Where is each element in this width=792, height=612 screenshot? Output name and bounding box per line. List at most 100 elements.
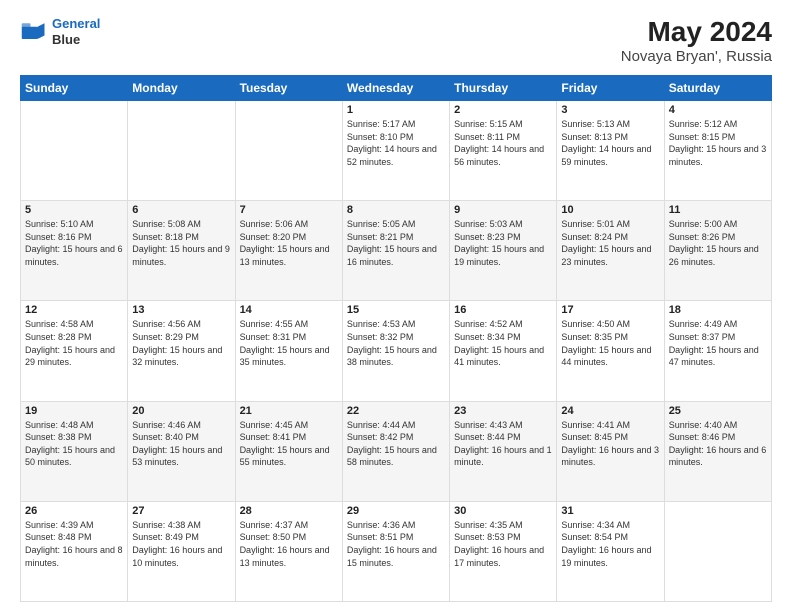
day-info: Sunrise: 4:37 AMSunset: 8:50 PMDaylight:…	[240, 519, 338, 569]
day-number: 4	[669, 104, 767, 116]
calendar-cell: 1Sunrise: 5:17 AMSunset: 8:10 PMDaylight…	[342, 101, 449, 201]
day-number: 10	[561, 204, 659, 216]
weekday-header-thursday: Thursday	[450, 76, 557, 101]
weekday-header-tuesday: Tuesday	[235, 76, 342, 101]
week-row-2: 5Sunrise: 5:10 AMSunset: 8:16 PMDaylight…	[21, 201, 772, 301]
day-number: 13	[132, 304, 230, 316]
day-info: Sunrise: 5:15 AMSunset: 8:11 PMDaylight:…	[454, 118, 552, 168]
calendar-cell: 4Sunrise: 5:12 AMSunset: 8:15 PMDaylight…	[664, 101, 771, 201]
calendar-cell: 18 Sunrise: 4:49 AMSunset: 8:37 PMDayligh…	[664, 301, 771, 401]
weekday-header-wednesday: Wednesday	[342, 76, 449, 101]
week-row-3: 12Sunrise: 4:58 AMSunset: 8:28 PMDayligh…	[21, 301, 772, 401]
day-number: 24	[561, 405, 659, 417]
day-number: 15	[347, 304, 445, 316]
day-number: 2	[454, 104, 552, 116]
calendar-cell: 14 Sunrise: 4:55 AMSunset: 8:31 PMDayligh…	[235, 301, 342, 401]
calendar-cell: 8 Sunrise: 5:05 AMSunset: 8:21 PMDaylight…	[342, 201, 449, 301]
day-number: 3	[561, 104, 659, 116]
day-number: 29	[347, 505, 445, 517]
day-number: 27	[132, 505, 230, 517]
day-info: Sunrise: 4:35 AMSunset: 8:53 PMDaylight:…	[454, 519, 552, 569]
logo-text: General Blue	[52, 16, 100, 47]
calendar-cell: 7 Sunrise: 5:06 AMSunset: 8:20 PMDaylight…	[235, 201, 342, 301]
day-info: Sunrise: 4:46 AMSunset: 8:40 PMDaylight:…	[132, 419, 230, 469]
day-number: 19	[25, 405, 123, 417]
calendar-cell: 16 Sunrise: 4:52 AMSunset: 8:34 PMDayligh…	[450, 301, 557, 401]
day-number: 8	[347, 204, 445, 216]
day-info: Sunrise: 4:38 AMSunset: 8:49 PMDaylight:…	[132, 519, 230, 569]
weekday-header-sunday: Sunday	[21, 76, 128, 101]
day-number: 17	[561, 304, 659, 316]
day-info: Sunrise: 4:41 AMSunset: 8:45 PMDaylight:…	[561, 419, 659, 469]
day-info: Sunrise: 5:08 AMSunset: 8:18 PMDaylight:…	[132, 218, 230, 268]
header: General Blue May 2024 Novaya Bryan', Rus…	[20, 16, 772, 65]
day-number: 18	[669, 304, 767, 316]
calendar-cell	[128, 101, 235, 201]
calendar-cell: 6 Sunrise: 5:08 AMSunset: 8:18 PMDaylight…	[128, 201, 235, 301]
day-info: Sunrise: 4:52 AMSunset: 8:34 PMDaylight:…	[454, 318, 552, 368]
calendar-cell	[664, 501, 771, 601]
calendar-cell: 2 Sunrise: 5:15 AMSunset: 8:11 PMDaylight…	[450, 101, 557, 201]
calendar-cell: 17 Sunrise: 4:50 AMSunset: 8:35 PMDayligh…	[557, 301, 664, 401]
day-info: Sunrise: 4:44 AMSunset: 8:42 PMDaylight:…	[347, 419, 445, 469]
calendar-cell: 22Sunrise: 4:44 AMSunset: 8:42 PMDayligh…	[342, 401, 449, 501]
calendar-cell: 23Sunrise: 4:43 AMSunset: 8:44 PMDayligh…	[450, 401, 557, 501]
day-info: Sunrise: 5:10 AMSunset: 8:16 PMDaylight:…	[25, 218, 123, 268]
day-info: Sunrise: 5:00 AMSunset: 8:26 PMDaylight:…	[669, 218, 767, 268]
calendar-cell: 20Sunrise: 4:46 AMSunset: 8:40 PMDayligh…	[128, 401, 235, 501]
day-number: 6	[132, 204, 230, 216]
calendar-cell: 19 Sunrise: 4:48 AMSunset: 8:38 PMDayligh…	[21, 401, 128, 501]
day-info: Sunrise: 4:43 AMSunset: 8:44 PMDaylight:…	[454, 419, 552, 469]
day-number: 25	[669, 405, 767, 417]
day-info: Sunrise: 5:01 AMSunset: 8:24 PMDaylight:…	[561, 218, 659, 268]
day-info: Sunrise: 4:53 AMSunset: 8:32 PMDaylight:…	[347, 318, 445, 368]
calendar-cell: 27 Sunrise: 4:38 AMSunset: 8:49 PMDayligh…	[128, 501, 235, 601]
day-info: Sunrise: 4:48 AMSunset: 8:38 PMDaylight:…	[25, 419, 123, 469]
calendar-cell: 3Sunrise: 5:13 AMSunset: 8:13 PMDaylight…	[557, 101, 664, 201]
logo-line1: General	[52, 16, 100, 31]
calendar-cell: 5Sunrise: 5:10 AMSunset: 8:16 PMDaylight…	[21, 201, 128, 301]
calendar-cell: 21 Sunrise: 4:45 AMSunset: 8:41 PMDayligh…	[235, 401, 342, 501]
week-row-1: 1Sunrise: 5:17 AMSunset: 8:10 PMDaylight…	[21, 101, 772, 201]
day-number: 26	[25, 505, 123, 517]
calendar-cell: 24 Sunrise: 4:41 AMSunset: 8:45 PMDayligh…	[557, 401, 664, 501]
day-number: 16	[454, 304, 552, 316]
calendar-cell: 28 Sunrise: 4:37 AMSunset: 8:50 PMDayligh…	[235, 501, 342, 601]
day-number: 14	[240, 304, 338, 316]
day-number: 21	[240, 405, 338, 417]
title-block: May 2024 Novaya Bryan', Russia	[621, 16, 772, 65]
calendar-cell: 12Sunrise: 4:58 AMSunset: 8:28 PMDayligh…	[21, 301, 128, 401]
day-number: 7	[240, 204, 338, 216]
day-number: 11	[669, 204, 767, 216]
day-info: Sunrise: 5:05 AMSunset: 8:21 PMDaylight:…	[347, 218, 445, 268]
weekday-header-saturday: Saturday	[664, 76, 771, 101]
weekday-header-row: SundayMondayTuesdayWednesdayThursdayFrid…	[21, 76, 772, 101]
day-info: Sunrise: 4:34 AMSunset: 8:54 PMDaylight:…	[561, 519, 659, 569]
calendar-cell: 30 Sunrise: 4:35 AMSunset: 8:53 PMDayligh…	[450, 501, 557, 601]
calendar-cell: 10 Sunrise: 5:01 AMSunset: 8:24 PMDayligh…	[557, 201, 664, 301]
day-number: 12	[25, 304, 123, 316]
day-number: 31	[561, 505, 659, 517]
calendar-subtitle: Novaya Bryan', Russia	[621, 48, 772, 65]
day-info: Sunrise: 5:17 AMSunset: 8:10 PMDaylight:…	[347, 118, 445, 168]
day-number: 30	[454, 505, 552, 517]
calendar-cell: 9 Sunrise: 5:03 AMSunset: 8:23 PMDaylight…	[450, 201, 557, 301]
day-number: 28	[240, 505, 338, 517]
calendar-cell: 26Sunrise: 4:39 AMSunset: 8:48 PMDayligh…	[21, 501, 128, 601]
day-info: Sunrise: 4:50 AMSunset: 8:35 PMDaylight:…	[561, 318, 659, 368]
day-info: Sunrise: 5:06 AMSunset: 8:20 PMDaylight:…	[240, 218, 338, 268]
calendar-cell	[21, 101, 128, 201]
week-row-4: 19 Sunrise: 4:48 AMSunset: 8:38 PMDayligh…	[21, 401, 772, 501]
calendar-cell: 29 Sunrise: 4:36 AMSunset: 8:51 PMDayligh…	[342, 501, 449, 601]
logo: General Blue	[20, 16, 100, 47]
calendar-title: May 2024	[621, 16, 772, 48]
logo-line2: Blue	[52, 32, 100, 48]
day-number: 9	[454, 204, 552, 216]
day-info: Sunrise: 4:36 AMSunset: 8:51 PMDaylight:…	[347, 519, 445, 569]
calendar-cell: 15 Sunrise: 4:53 AMSunset: 8:32 PMDayligh…	[342, 301, 449, 401]
day-info: Sunrise: 4:49 AMSunset: 8:37 PMDaylight:…	[669, 318, 767, 368]
day-info: Sunrise: 4:55 AMSunset: 8:31 PMDaylight:…	[240, 318, 338, 368]
day-info: Sunrise: 5:03 AMSunset: 8:23 PMDaylight:…	[454, 218, 552, 268]
day-info: Sunrise: 4:45 AMSunset: 8:41 PMDaylight:…	[240, 419, 338, 469]
logo-icon	[20, 18, 48, 46]
